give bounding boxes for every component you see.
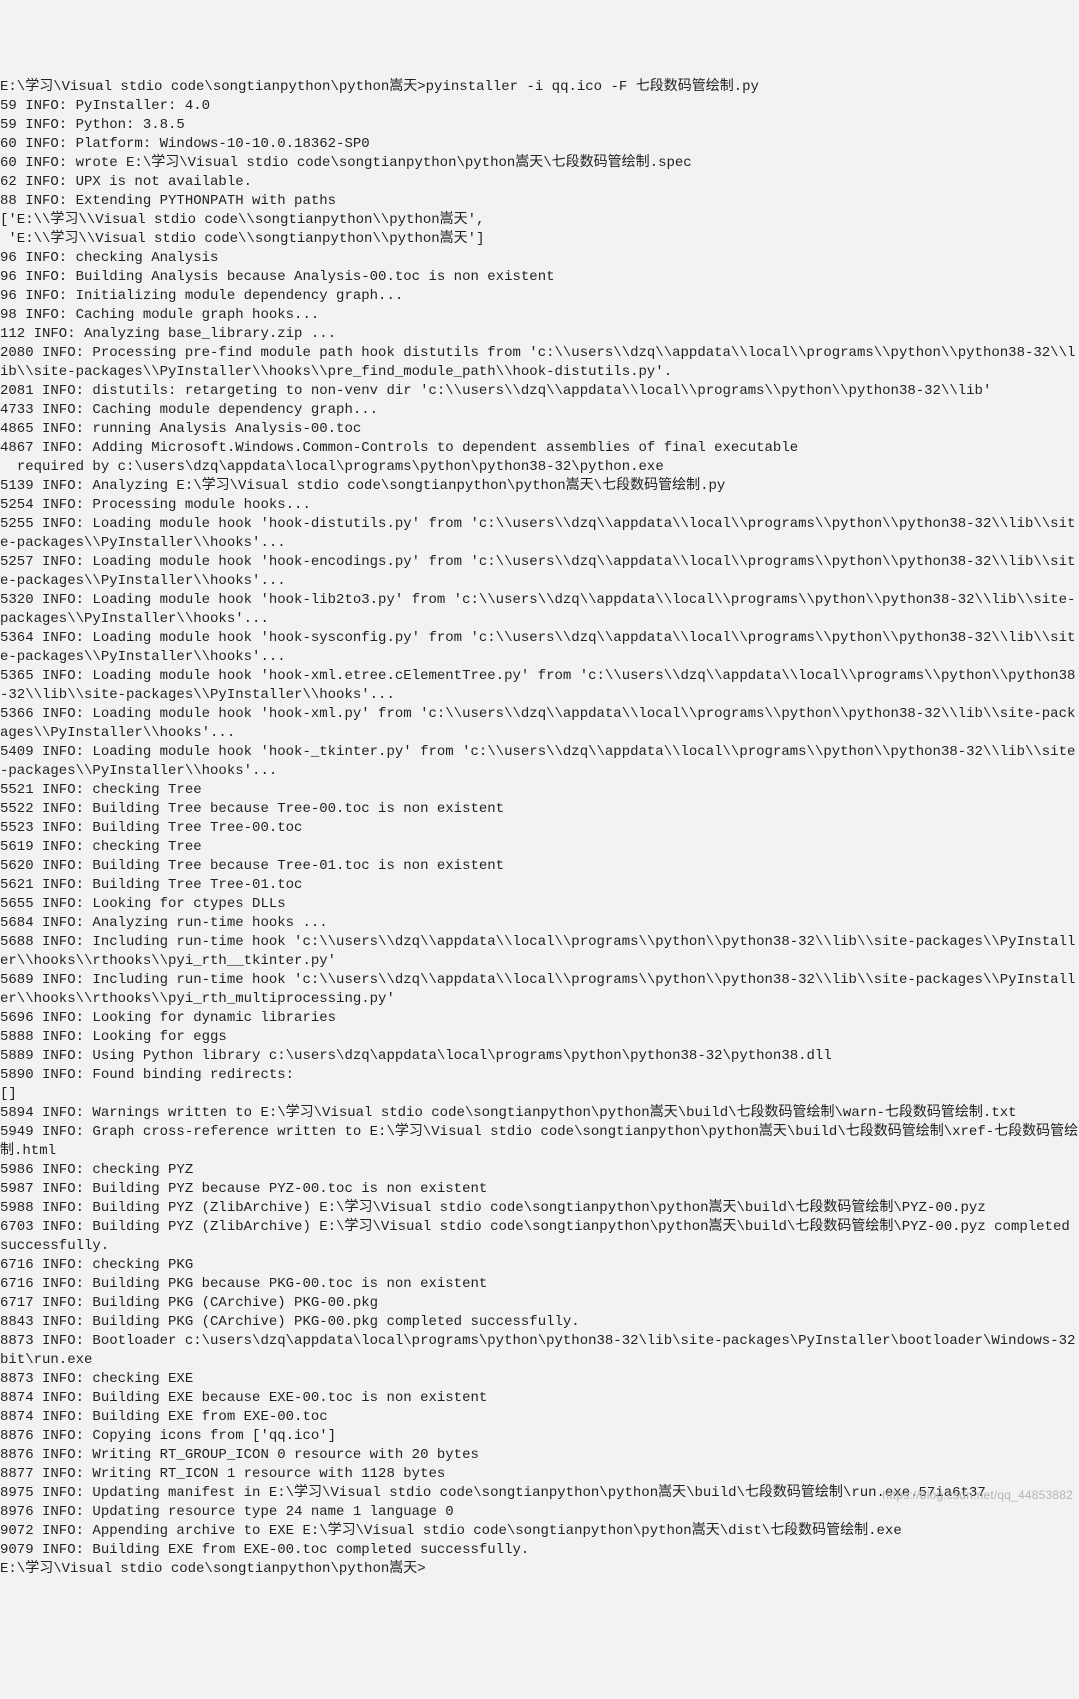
log-line-32: 5620 INFO: Building Tree because Tree-01… xyxy=(0,857,1079,876)
log-line-52: 8843 INFO: Building PKG (CArchive) PKG-0… xyxy=(0,1313,1079,1332)
log-line-5: 88 INFO: Extending PYTHONPATH with paths xyxy=(0,192,1079,211)
log-line-4: 62 INFO: UPX is not available. xyxy=(0,173,1079,192)
log-line-57: 8876 INFO: Copying icons from ['qq.ico'] xyxy=(0,1427,1079,1446)
log-line-16: 4865 INFO: running Analysis Analysis-00.… xyxy=(0,420,1079,439)
log-line-0: 59 INFO: PyInstaller: 4.0 xyxy=(0,97,1079,116)
log-line-46: 5987 INFO: Building PYZ because PYZ-00.t… xyxy=(0,1180,1079,1199)
log-line-51: 6717 INFO: Building PKG (CArchive) PKG-0… xyxy=(0,1294,1079,1313)
log-line-8: 96 INFO: checking Analysis xyxy=(0,249,1079,268)
log-line-37: 5689 INFO: Including run-time hook 'c:\\… xyxy=(0,971,1079,1009)
log-line-9: 96 INFO: Building Analysis because Analy… xyxy=(0,268,1079,287)
log-line-26: 5366 INFO: Loading module hook 'hook-xml… xyxy=(0,705,1079,743)
log-line-10: 96 INFO: Initializing module dependency … xyxy=(0,287,1079,306)
log-line-25: 5365 INFO: Loading module hook 'hook-xml… xyxy=(0,667,1079,705)
log-line-42: [] xyxy=(0,1085,1079,1104)
log-line-49: 6716 INFO: checking PKG xyxy=(0,1256,1079,1275)
log-line-39: 5888 INFO: Looking for eggs xyxy=(0,1028,1079,1047)
log-line-53: 8873 INFO: Bootloader c:\users\dzq\appda… xyxy=(0,1332,1079,1370)
log-line-54: 8873 INFO: checking EXE xyxy=(0,1370,1079,1389)
log-line-63: 9079 INFO: Building EXE from EXE-00.toc … xyxy=(0,1541,1079,1560)
log-line-36: 5688 INFO: Including run-time hook 'c:\\… xyxy=(0,933,1079,971)
log-line-62: 9072 INFO: Appending archive to EXE E:\学… xyxy=(0,1522,1079,1541)
log-line-1: 59 INFO: Python: 3.8.5 xyxy=(0,116,1079,135)
log-line-15: 4733 INFO: Caching module dependency gra… xyxy=(0,401,1079,420)
log-line-14: 2081 INFO: distutils: retargeting to non… xyxy=(0,382,1079,401)
log-line-34: 5655 INFO: Looking for ctypes DLLs xyxy=(0,895,1079,914)
log-line-18: required by c:\users\dzq\appdata\local\p… xyxy=(0,458,1079,477)
log-line-29: 5522 INFO: Building Tree because Tree-00… xyxy=(0,800,1079,819)
log-line-6: ['E:\\学习\\Visual stdio code\\songtianpyt… xyxy=(0,211,1079,230)
log-line-33: 5621 INFO: Building Tree Tree-01.toc xyxy=(0,876,1079,895)
log-line-3: 60 INFO: wrote E:\学习\Visual stdio code\s… xyxy=(0,154,1079,173)
log-line-31: 5619 INFO: checking Tree xyxy=(0,838,1079,857)
log-line-7: 'E:\\学习\\Visual stdio code\\songtianpyth… xyxy=(0,230,1079,249)
log-line-58: 8876 INFO: Writing RT_GROUP_ICON 0 resou… xyxy=(0,1446,1079,1465)
log-line-21: 5255 INFO: Loading module hook 'hook-dis… xyxy=(0,515,1079,553)
log-line-45: 5986 INFO: checking PYZ xyxy=(0,1161,1079,1180)
prompt-line: E:\学习\Visual stdio code\songtianpython\p… xyxy=(0,78,1079,97)
log-line-2: 60 INFO: Platform: Windows-10-10.0.18362… xyxy=(0,135,1079,154)
log-line-28: 5521 INFO: checking Tree xyxy=(0,781,1079,800)
log-line-22: 5257 INFO: Loading module hook 'hook-enc… xyxy=(0,553,1079,591)
watermark-text: https://blog.csdn.net/qq_44853882 xyxy=(882,1486,1073,1505)
log-line-35: 5684 INFO: Analyzing run-time hooks ... xyxy=(0,914,1079,933)
log-line-24: 5364 INFO: Loading module hook 'hook-sys… xyxy=(0,629,1079,667)
log-line-19: 5139 INFO: Analyzing E:\学习\Visual stdio … xyxy=(0,477,1079,496)
log-line-40: 5889 INFO: Using Python library c:\users… xyxy=(0,1047,1079,1066)
log-line-12: 112 INFO: Analyzing base_library.zip ... xyxy=(0,325,1079,344)
log-line-44: 5949 INFO: Graph cross-reference written… xyxy=(0,1123,1079,1161)
log-line-56: 8874 INFO: Building EXE from EXE-00.toc xyxy=(0,1408,1079,1427)
log-line-50: 6716 INFO: Building PKG because PKG-00.t… xyxy=(0,1275,1079,1294)
log-line-23: 5320 INFO: Loading module hook 'hook-lib… xyxy=(0,591,1079,629)
log-line-20: 5254 INFO: Processing module hooks... xyxy=(0,496,1079,515)
log-line-13: 2080 INFO: Processing pre-find module pa… xyxy=(0,344,1079,382)
log-line-30: 5523 INFO: Building Tree Tree-00.toc xyxy=(0,819,1079,838)
log-line-11: 98 INFO: Caching module graph hooks... xyxy=(0,306,1079,325)
log-line-48: 6703 INFO: Building PYZ (ZlibArchive) E:… xyxy=(0,1218,1079,1256)
terminal-output[interactable]: E:\学习\Visual stdio code\songtianpython\p… xyxy=(0,78,1079,1579)
log-line-55: 8874 INFO: Building EXE because EXE-00.t… xyxy=(0,1389,1079,1408)
log-line-61: 8976 INFO: Updating resource type 24 nam… xyxy=(0,1503,1079,1522)
log-line-43: 5894 INFO: Warnings written to E:\学习\Vis… xyxy=(0,1104,1079,1123)
log-line-27: 5409 INFO: Loading module hook 'hook-_tk… xyxy=(0,743,1079,781)
log-line-47: 5988 INFO: Building PYZ (ZlibArchive) E:… xyxy=(0,1199,1079,1218)
prompt-line: E:\学习\Visual stdio code\songtianpython\p… xyxy=(0,1560,1079,1579)
log-line-59: 8877 INFO: Writing RT_ICON 1 resource wi… xyxy=(0,1465,1079,1484)
log-line-38: 5696 INFO: Looking for dynamic libraries xyxy=(0,1009,1079,1028)
log-line-17: 4867 INFO: Adding Microsoft.Windows.Comm… xyxy=(0,439,1079,458)
log-line-41: 5890 INFO: Found binding redirects: xyxy=(0,1066,1079,1085)
